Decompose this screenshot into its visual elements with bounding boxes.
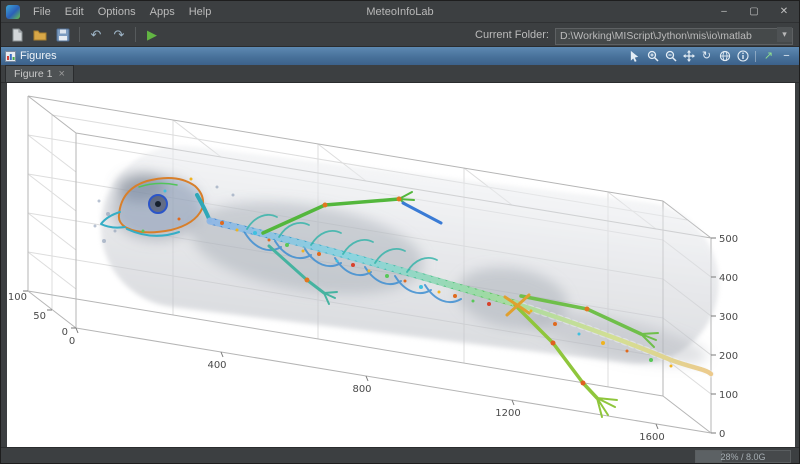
folder-dropdown-button[interactable]: ▾ <box>777 27 792 42</box>
tab-label: Figure 1 <box>14 68 53 80</box>
new-file-icon <box>10 28 24 42</box>
current-folder-area: Current Folder: ▾ <box>475 26 793 43</box>
redo-button[interactable]: ↷ <box>109 25 129 44</box>
figures-toolbar: ↻ ↗ − <box>626 49 795 64</box>
select-arrow-icon <box>629 50 641 62</box>
minimize-panel-button[interactable]: − <box>778 49 795 64</box>
figure-tabbar: Figure 1 × <box>1 65 799 83</box>
x-tick-1200: 1200 <box>495 408 520 419</box>
x-tick-0: 0 <box>69 336 75 347</box>
identify-button[interactable] <box>734 49 751 64</box>
menu-edit[interactable]: Edit <box>58 3 91 21</box>
minimize-panel-icon: − <box>783 51 789 62</box>
figures-toolbar-separator <box>755 51 756 62</box>
run-script-button[interactable]: ▶ <box>142 25 162 44</box>
current-folder-input[interactable] <box>555 28 793 45</box>
undo-button[interactable]: ↶ <box>86 25 106 44</box>
z-tick-200: 200 <box>719 351 738 362</box>
toolbar-separator <box>135 27 136 42</box>
rotate-icon: ↻ <box>702 51 711 62</box>
current-folder-label: Current Folder: <box>475 29 549 41</box>
titlebar: File Edit Options Apps Help MeteoInfoLab… <box>1 1 799 23</box>
float-panel-button[interactable]: ↗ <box>760 49 777 64</box>
toolbar-separator <box>79 27 80 42</box>
tab-figure-1[interactable]: Figure 1 × <box>5 65 74 82</box>
figures-panel-icon <box>5 51 16 62</box>
memory-indicator[interactable]: 28% / 8.0G <box>695 450 791 463</box>
app-logo-icon <box>6 5 20 19</box>
z-tick-300: 300 <box>719 312 738 323</box>
tab-close-icon[interactable]: × <box>59 69 65 80</box>
menu-file[interactable]: File <box>26 3 58 21</box>
save-disk-icon <box>56 28 70 42</box>
figure-canvas[interactable]: 0 400 800 1200 1600 0 50 100 0 100 200 <box>7 83 795 447</box>
rotate-tool-button[interactable]: ↻ <box>698 49 715 64</box>
app-window: File Edit Options Apps Help MeteoInfoLab… <box>0 0 800 464</box>
main-toolbar: ↶ ↷ ▶ Current Folder: ▾ <box>1 23 799 47</box>
zoom-in-button[interactable] <box>644 49 661 64</box>
redo-icon: ↷ <box>114 28 125 41</box>
current-folder-field: ▾ <box>555 26 793 43</box>
y-tick-0: 0 <box>62 327 68 338</box>
z-tick-100: 100 <box>719 390 738 401</box>
menu-apps[interactable]: Apps <box>143 3 182 21</box>
menubar: File Edit Options Apps Help <box>26 3 218 21</box>
save-button[interactable] <box>53 25 73 44</box>
window-controls: – ▢ ✕ <box>709 1 799 22</box>
undo-icon: ↶ <box>91 28 102 41</box>
run-icon: ▶ <box>147 28 157 41</box>
zoom-out-button[interactable] <box>662 49 679 64</box>
figure-3d-plot: 0 400 800 1200 1600 0 50 100 0 100 200 <box>7 83 795 447</box>
x-tick-400: 400 <box>207 360 226 371</box>
statusbar: 28% / 8.0G <box>1 447 799 464</box>
axis-y: 0 50 100 <box>8 291 76 338</box>
plot-surround: 0 400 800 1200 1600 0 50 100 0 100 200 <box>1 83 799 447</box>
z-tick-0: 0 <box>719 429 725 440</box>
zoom-in-icon <box>647 50 659 62</box>
globe-icon <box>719 50 731 62</box>
full-extent-button[interactable] <box>716 49 733 64</box>
minimize-window-icon[interactable]: – <box>709 1 739 22</box>
menu-help[interactable]: Help <box>182 3 219 21</box>
new-file-button[interactable] <box>7 25 27 44</box>
maximize-window-icon[interactable]: ▢ <box>739 1 769 22</box>
zoom-out-icon <box>665 50 677 62</box>
z-tick-400: 400 <box>719 273 738 284</box>
select-tool-button[interactable] <box>626 49 643 64</box>
y-tick-100: 100 <box>8 292 27 303</box>
memory-text: 28% / 8.0G <box>696 451 790 462</box>
pan-tool-button[interactable] <box>680 49 697 64</box>
info-icon <box>737 50 749 62</box>
menu-options[interactable]: Options <box>91 3 143 21</box>
z-tick-500: 500 <box>719 234 738 245</box>
float-panel-icon: ↗ <box>764 51 773 62</box>
figures-panel-header: Figures ↻ ↗ − <box>1 47 799 65</box>
chevron-down-icon: ▾ <box>782 29 787 40</box>
pan-icon <box>683 50 695 62</box>
x-tick-1600: 1600 <box>639 432 664 443</box>
figures-panel-title: Figures <box>20 50 57 62</box>
y-tick-50: 50 <box>33 311 46 322</box>
x-tick-800: 800 <box>352 384 371 395</box>
open-file-button[interactable] <box>30 25 50 44</box>
close-window-icon[interactable]: ✕ <box>769 1 799 22</box>
open-folder-icon <box>33 28 47 42</box>
